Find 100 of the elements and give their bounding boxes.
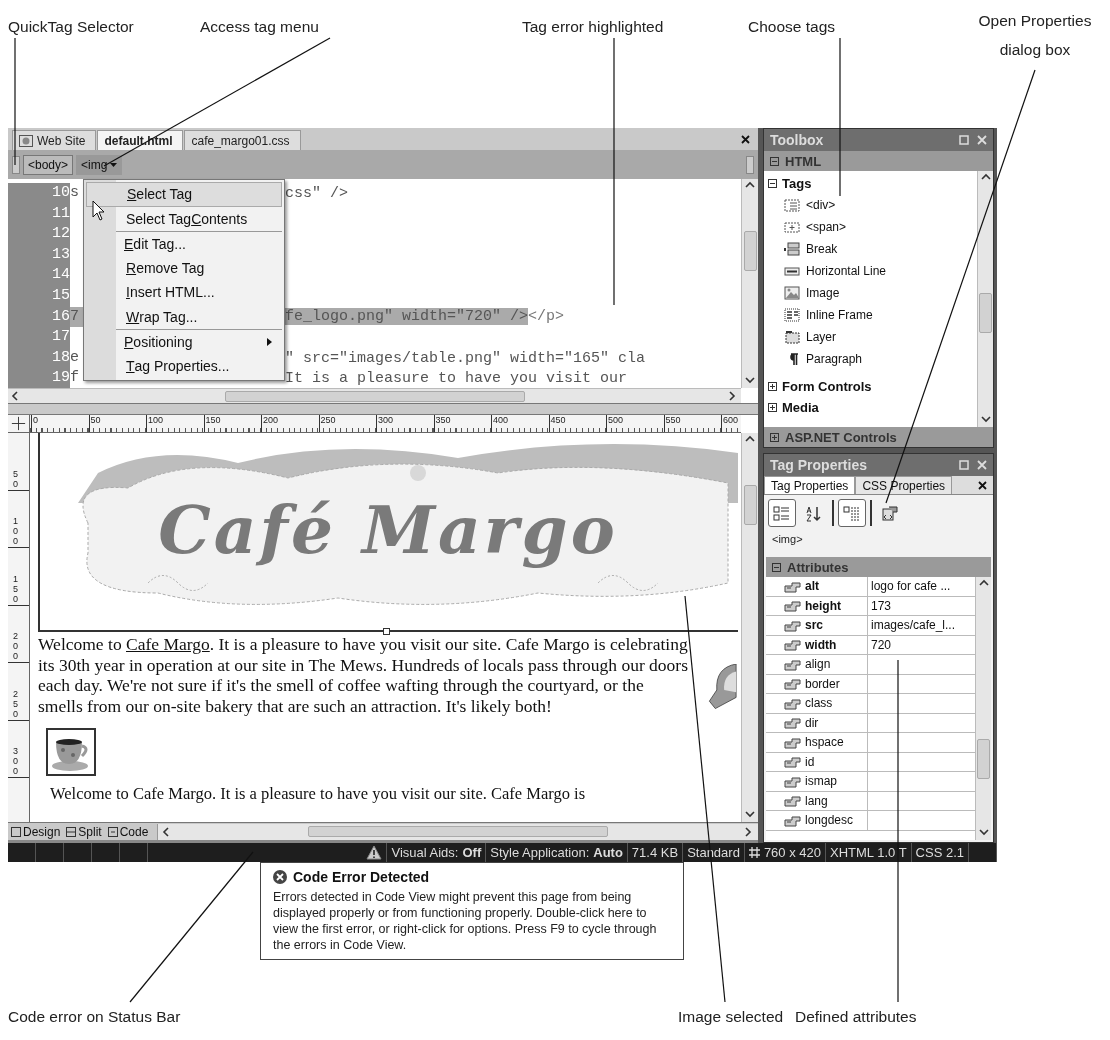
scroll-right-icon[interactable] — [728, 391, 738, 401]
collapse-icon[interactable] — [768, 179, 777, 188]
scroll-right-icon[interactable] — [744, 826, 754, 837]
quick-tag-button[interactable]: <body> — [23, 154, 74, 175]
attribute-icon — [784, 696, 802, 710]
section-header[interactable]: ASP.NET Controls — [764, 427, 993, 447]
panel-title: Tag Properties — [770, 457, 868, 473]
link[interactable]: Cafe Margo — [126, 634, 210, 654]
document-tab[interactable]: cafe_margo01.css — [184, 130, 301, 150]
document-tab[interactable]: Web Site — [12, 130, 97, 150]
scroll-down-icon[interactable] — [745, 376, 755, 386]
attribute-value[interactable]: logo for cafe ... — [868, 577, 975, 596]
scroll-down-icon[interactable] — [978, 828, 989, 838]
design-view-icon — [11, 826, 21, 837]
frame-icon — [784, 308, 800, 322]
split-view-icon — [66, 826, 77, 837]
menu-item[interactable]: Remove Tag — [86, 255, 282, 280]
ruler-label: 100 — [13, 517, 19, 547]
attribute-name: alt — [766, 577, 868, 596]
maximize-icon[interactable] — [959, 135, 969, 145]
scroll-thumb[interactable] — [977, 739, 990, 779]
toolbox-item[interactable]: Layer — [806, 330, 837, 344]
menu-item[interactable]: Insert HTML... — [86, 280, 282, 305]
toolbox-item[interactable]: Paragraph — [806, 352, 863, 366]
menu-item[interactable]: Edit Tag... — [116, 231, 282, 256]
menu-item[interactable]: Tag Properties... — [86, 353, 282, 378]
scroll-thumb[interactable] — [224, 390, 525, 402]
scroll-thumb[interactable] — [979, 293, 992, 333]
property-list-icon — [843, 504, 861, 522]
group-title[interactable]: Form Controls — [782, 379, 872, 394]
scroll-thumb[interactable] — [743, 231, 757, 271]
scroll-down-icon[interactable] — [980, 415, 991, 425]
attribute-name: dir — [766, 713, 868, 732]
expand-icon[interactable] — [768, 403, 777, 412]
toolbox-item[interactable]: Horizontal Line — [806, 264, 887, 278]
callout-label: Access tag menu — [200, 17, 319, 37]
panel-tab[interactable]: Tag Properties — [764, 476, 856, 494]
toolbox-item[interactable]: Inline Frame — [806, 308, 873, 322]
ruler-label: 200 — [261, 415, 319, 432]
horizontal-scrollbar[interactable] — [157, 823, 758, 840]
toolbox-item[interactable]: Break — [806, 242, 838, 256]
tooltip-title: Code Error Detected — [293, 869, 430, 885]
menu-item[interactable]: Wrap Tag... — [86, 304, 282, 329]
attribute-icon — [784, 579, 802, 593]
scroll-left-icon[interactable] — [11, 391, 21, 401]
attribute-icon — [784, 677, 802, 691]
resize-handle[interactable] — [383, 628, 390, 635]
toolbar-button[interactable] — [838, 499, 866, 527]
attribute-name: class — [766, 694, 868, 713]
toolbox-item[interactable]: Image — [806, 286, 840, 300]
group-title[interactable]: Media — [782, 400, 819, 415]
view-button[interactable]: Split — [63, 823, 105, 840]
expand-icon[interactable] — [768, 382, 777, 391]
scroll-left-button[interactable] — [12, 155, 20, 174]
line-number: 17 — [8, 327, 70, 348]
attribute-name: align — [766, 655, 868, 674]
close-icon[interactable] — [741, 134, 750, 144]
ruler-label: 250 — [318, 415, 376, 432]
group-title[interactable]: Tags — [782, 176, 812, 191]
mouse-pointer-icon — [92, 200, 106, 222]
callout-label: Image selected — [678, 1007, 784, 1027]
section-title: ASP.NET Controls — [785, 429, 897, 445]
submenu-arrow-icon — [267, 338, 272, 346]
ruler-label: 50 — [88, 415, 146, 432]
view-button[interactable]: Code — [104, 823, 152, 840]
callout-label: Open Properties dialog box — [977, 11, 1093, 60]
attribute-value[interactable]: 720 — [868, 635, 975, 654]
line-number: 14 — [8, 265, 70, 286]
scroll-thumb[interactable] — [743, 485, 757, 525]
section-header[interactable]: HTML — [764, 151, 993, 171]
vertical-scrollbar[interactable] — [741, 179, 758, 388]
attribute-icon — [784, 794, 802, 808]
status-label: XHTML 1.0 T — [830, 845, 907, 860]
view-button[interactable]: Design — [8, 823, 64, 840]
vertical-scrollbar[interactable] — [975, 577, 991, 840]
callout-label: Choose tags — [748, 17, 836, 37]
maximize-icon[interactable] — [959, 460, 969, 470]
attribute-value[interactable]: images/cafe_l... — [868, 616, 975, 635]
toolbar-button[interactable] — [768, 499, 796, 527]
menu-item[interactable]: Select TagContents — [86, 206, 282, 231]
vertical-scrollbar[interactable] — [977, 171, 993, 427]
vertical-scrollbar[interactable] — [741, 433, 758, 822]
attribute-name: src — [766, 616, 868, 635]
horizontal-scrollbar[interactable] — [8, 388, 741, 403]
scroll-thumb[interactable] — [308, 826, 609, 837]
scroll-down-icon[interactable] — [745, 810, 755, 820]
status-value: Off — [462, 845, 482, 860]
toolbox-item[interactable]: <div> — [806, 198, 836, 212]
quick-tag-button[interactable]: <img — [76, 154, 123, 175]
menu-item[interactable]: Positioning — [116, 329, 282, 354]
warning-icon[interactable] — [366, 845, 383, 860]
close-icon[interactable] — [978, 481, 987, 490]
attribute-value[interactable]: 173 — [868, 596, 975, 615]
menu-item[interactable]: Select Tag — [86, 182, 282, 207]
toolbox-item[interactable]: <span> — [806, 220, 847, 234]
layer-icon — [784, 330, 800, 344]
status-label: Visual Aids: — [391, 845, 459, 860]
ruler-label: 300 — [376, 415, 434, 432]
span-icon — [784, 220, 800, 234]
section-header[interactable]: Attributes — [766, 557, 991, 577]
